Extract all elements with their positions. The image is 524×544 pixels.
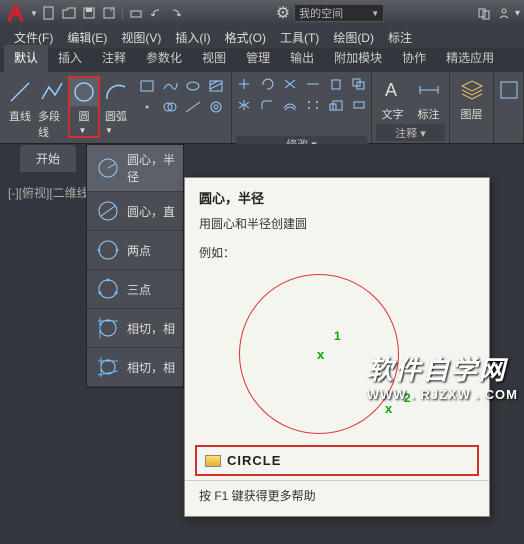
dd-ttr[interactable]: 相切，相 [87, 309, 183, 348]
xline-icon[interactable] [182, 97, 204, 117]
three-point-icon [95, 276, 121, 302]
file-tab-start[interactable]: 开始 [20, 145, 76, 172]
text-button[interactable]: A 文字 [377, 74, 409, 124]
circle-dropdown: 圆心，半径 圆心，直 两点 三点 相切，相 相切，相 [86, 144, 184, 388]
tab-collaborate[interactable]: 协作 [392, 45, 436, 72]
mirror-icon[interactable] [233, 95, 255, 115]
point-icon[interactable] [136, 97, 158, 117]
ribbon-panel: 直线 多段线 圆▼ 圆弧▼ [0, 72, 524, 144]
spline-icon[interactable] [159, 76, 181, 96]
new-icon[interactable] [40, 4, 58, 22]
scale-icon[interactable] [325, 95, 347, 115]
ttr-icon [95, 315, 121, 341]
svg-text:A: A [385, 80, 397, 100]
erase-icon[interactable] [325, 74, 347, 94]
diagram-point-2-x: x [385, 401, 392, 416]
polyline-button[interactable]: 多段线 [36, 76, 68, 142]
fillet-icon[interactable] [256, 95, 278, 115]
tooltip-title: 圆心，半径 [185, 178, 489, 211]
circle-button[interactable]: 圆▼ [68, 76, 100, 138]
saveas-icon[interactable] [100, 4, 118, 22]
props-icon [495, 76, 523, 104]
dim-icon [415, 76, 443, 104]
title-bar: ▼ ⚙ 我的空间 ▼ ▾ [0, 0, 524, 26]
stretch-icon[interactable] [348, 95, 370, 115]
trim-icon[interactable] [279, 74, 301, 94]
move-icon[interactable] [233, 74, 255, 94]
tab-insert[interactable]: 插入 [48, 45, 92, 72]
dd-center-radius[interactable]: 圆心，半径 [87, 145, 183, 192]
dd-center-diameter[interactable]: 圆心，直 [87, 192, 183, 231]
titlebar-center: ⚙ 我的空间 ▼ [187, 3, 473, 23]
app-logo[interactable] [4, 2, 28, 24]
arc-icon [102, 78, 130, 106]
workspace-dropdown[interactable]: 我的空间 ▼ [294, 4, 384, 22]
viewport-label[interactable]: [-][俯视][二维线 [8, 184, 89, 201]
text-icon: A [379, 76, 407, 104]
ribbon-tabs: 默认 插入 注释 参数化 视图 管理 输出 附加模块 协作 精选应用 [0, 48, 524, 72]
diagram-point-2-label: 2 [404, 391, 411, 405]
polyline-icon [38, 78, 66, 106]
layer-button[interactable]: 图层 [456, 74, 488, 124]
tooltip-footer: 按 F1 键获得更多帮助 [185, 480, 489, 510]
dropdown-icon[interactable]: ▼ [30, 9, 38, 18]
open-icon[interactable] [60, 4, 78, 22]
tab-featured[interactable]: 精选应用 [436, 45, 504, 72]
command-icon [205, 455, 221, 467]
dd-3point[interactable]: 三点 [87, 270, 183, 309]
line-icon [6, 78, 34, 106]
hatch-icon[interactable] [205, 76, 227, 96]
center-diameter-icon [95, 198, 121, 224]
tooltip-desc: 用圆心和半径创建圆 [185, 211, 489, 236]
line-button[interactable]: 直线 [4, 76, 36, 126]
diagram-point-1-x: x [317, 347, 324, 362]
extend-icon[interactable] [302, 74, 324, 94]
array-icon[interactable] [302, 95, 324, 115]
dd-ttt[interactable]: 相切，相 [87, 348, 183, 387]
donut-icon[interactable] [205, 97, 227, 117]
dd-2point[interactable]: 两点 [87, 231, 183, 270]
panel-title-annotate[interactable]: 注释 ▾ [395, 125, 426, 141]
tab-manage[interactable]: 管理 [236, 45, 280, 72]
undo-icon[interactable] [147, 4, 165, 22]
file-tab-bar: 开始 [0, 144, 524, 172]
ellipse-icon[interactable] [182, 76, 204, 96]
tab-addons[interactable]: 附加模块 [324, 45, 392, 72]
ttt-icon [95, 354, 121, 380]
command-text: CIRCLE [227, 453, 281, 468]
two-point-icon [95, 237, 121, 263]
rotate-icon[interactable] [256, 74, 278, 94]
tooltip-example: 例如： [185, 236, 489, 265]
titlebar-right: ▾ [475, 4, 520, 22]
tab-output[interactable]: 输出 [280, 45, 324, 72]
props-button[interactable] [496, 74, 522, 106]
signin-icon[interactable] [495, 4, 513, 22]
save-icon[interactable] [80, 4, 98, 22]
tab-default[interactable]: 默认 [4, 45, 48, 72]
layer-icon [458, 76, 486, 104]
redo-icon[interactable] [167, 4, 185, 22]
copy-icon[interactable] [348, 74, 370, 94]
dim-button[interactable]: 标注 [413, 74, 445, 124]
tooltip-diagram: 1 x 2 x [199, 269, 475, 439]
circle-icon [70, 78, 98, 106]
share-icon[interactable] [475, 4, 493, 22]
region-icon[interactable] [159, 97, 181, 117]
arc-button[interactable]: 圆弧▼ [100, 76, 132, 138]
plot-icon[interactable] [127, 4, 145, 22]
quick-access-toolbar [40, 4, 185, 22]
gear-icon[interactable]: ⚙ [276, 3, 290, 23]
tab-view[interactable]: 视图 [192, 45, 236, 72]
center-radius-icon [95, 155, 121, 181]
tooltip-command-box: CIRCLE [195, 445, 479, 476]
tab-annotate[interactable]: 注释 [92, 45, 136, 72]
tab-parametric[interactable]: 参数化 [136, 45, 192, 72]
rect-icon[interactable] [136, 76, 158, 96]
tooltip-panel: 圆心，半径 用圆心和半径创建圆 例如： 1 x 2 x CIRCLE 按 F1 … [184, 177, 490, 517]
offset-icon[interactable] [279, 95, 301, 115]
diagram-point-1-label: 1 [334, 329, 341, 343]
